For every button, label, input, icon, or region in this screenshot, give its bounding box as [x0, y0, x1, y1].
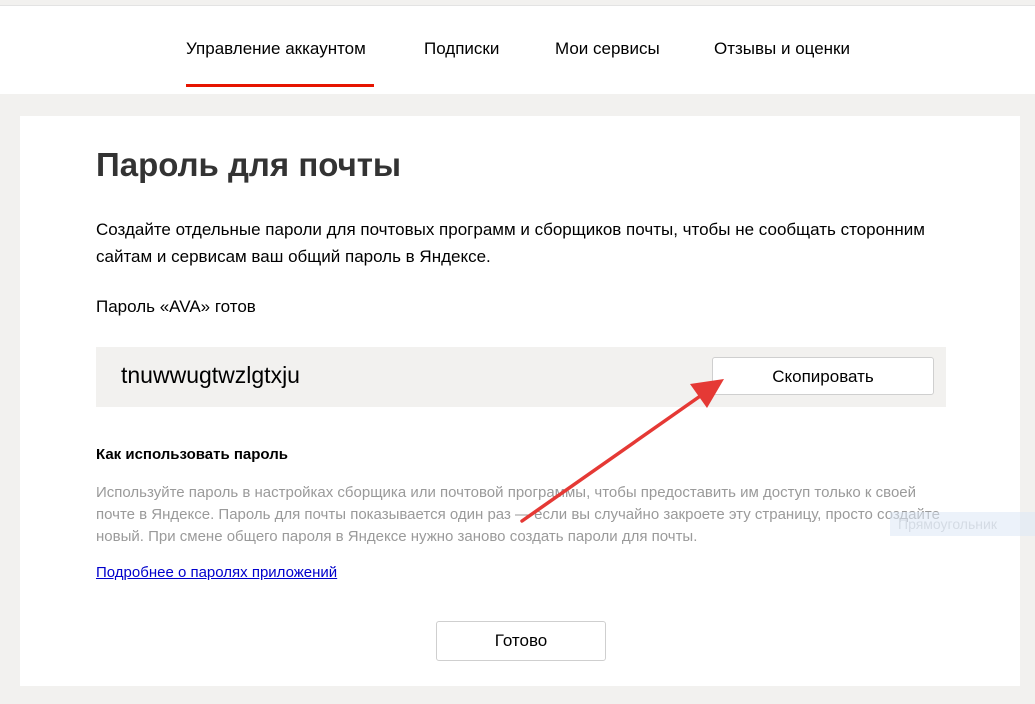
- tab-reviews[interactable]: Отзывы и оценки: [714, 39, 850, 59]
- generated-password[interactable]: tnuwwugtwzlgtxju: [121, 362, 300, 389]
- done-button[interactable]: Готово: [436, 621, 606, 661]
- tab-account-management[interactable]: Управление аккаунтом: [186, 39, 366, 59]
- active-tab-indicator: [186, 84, 374, 87]
- copy-button[interactable]: Скопировать: [712, 357, 934, 395]
- page-title: Пароль для почты: [96, 146, 402, 183]
- how-to-use-text: Используйте пароль в настройках сборщика…: [96, 484, 940, 545]
- shape-tooltip-label: Прямоугольник: [890, 512, 1035, 536]
- tab-my-services[interactable]: Мои сервисы: [555, 39, 660, 59]
- password-box: tnuwwugtwzlgtxju Скопировать: [96, 347, 946, 407]
- mail-password-card: Пароль для почты Создайте отдельные паро…: [20, 116, 1020, 686]
- account-nav: Управление аккаунтом Подписки Мои сервис…: [0, 6, 1035, 94]
- tab-subscriptions[interactable]: Подписки: [424, 39, 499, 59]
- password-ready-text: Пароль «AVA» готов: [96, 297, 256, 316]
- page-description: Создайте отдельные пароли для почтовых п…: [96, 220, 925, 266]
- how-to-use-heading: Как использовать пароль: [96, 446, 288, 463]
- more-about-app-passwords-link[interactable]: Подробнее о паролях приложений: [96, 564, 337, 581]
